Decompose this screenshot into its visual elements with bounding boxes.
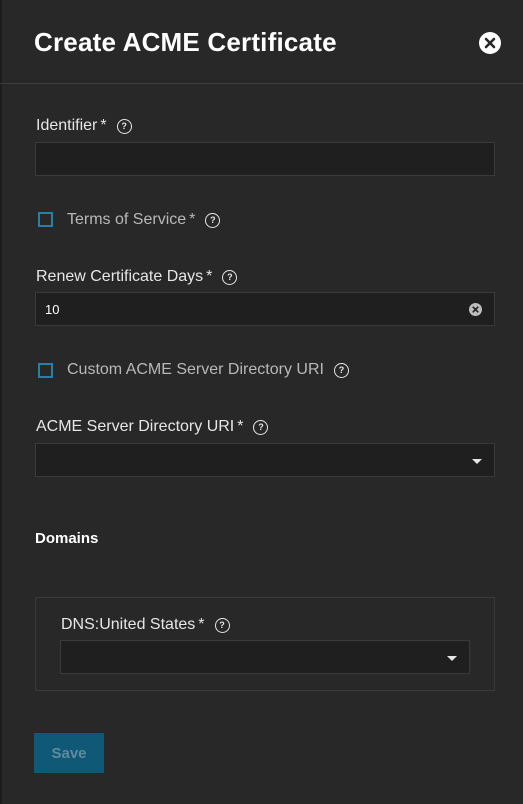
help-icon[interactable]: ? [253, 419, 269, 435]
terms-of-service-label: Terms of Service * ? [67, 211, 221, 229]
required-marker: * [206, 268, 213, 285]
help-icon[interactable]: ? [333, 362, 349, 378]
dialog-title: Create ACME Certificate [34, 27, 337, 57]
identifier-label-text: Identifier [36, 117, 98, 134]
dns-select[interactable] [60, 640, 470, 674]
clear-icon[interactable] [469, 303, 482, 316]
dns-label-text: DNS:United States [61, 616, 196, 633]
required-marker: * [100, 117, 107, 134]
directory-uri-label-text: ACME Server Directory URI [36, 418, 235, 435]
chevron-down-icon [447, 656, 457, 661]
chevron-down-icon [472, 459, 482, 464]
terms-of-service-checkbox[interactable] [38, 212, 53, 227]
help-icon[interactable]: ? [222, 269, 238, 285]
directory-uri-label: ACME Server Directory URI * ? [36, 418, 269, 436]
custom-uri-label: Custom ACME Server Directory URI ? [67, 361, 349, 379]
create-acme-certificate-panel: Create ACME Certificate Identifier * ? T… [0, 0, 523, 804]
domains-section-title: Domains [35, 530, 99, 547]
close-button[interactable] [479, 32, 501, 54]
identifier-input[interactable] [35, 142, 495, 176]
dns-label: DNS:United States * ? [61, 616, 230, 634]
domains-box: DNS:United States * ? [35, 597, 495, 691]
panel-edge [0, 0, 2, 804]
help-icon[interactable]: ? [214, 617, 230, 633]
help-icon[interactable]: ? [205, 212, 221, 228]
renew-days-label-text: Renew Certificate Days [36, 268, 204, 285]
custom-uri-label-text[interactable]: Custom ACME Server Directory URI [67, 361, 324, 379]
required-marker: * [198, 616, 205, 633]
renew-days-value: 10 [45, 302, 60, 317]
save-button[interactable]: Save [34, 733, 104, 773]
help-icon[interactable]: ? [116, 118, 132, 134]
dialog-header: Create ACME Certificate [0, 0, 523, 84]
directory-uri-select[interactable] [35, 443, 495, 477]
required-marker: * [237, 418, 244, 435]
renew-days-input[interactable]: 10 [35, 292, 495, 326]
custom-uri-checkbox[interactable] [38, 363, 53, 378]
terms-of-service-label-text[interactable]: Terms of Service [67, 211, 186, 229]
identifier-label: Identifier * ? [36, 117, 132, 135]
close-icon [484, 37, 496, 49]
renew-days-label: Renew Certificate Days * ? [36, 268, 238, 286]
required-marker: * [189, 211, 196, 228]
